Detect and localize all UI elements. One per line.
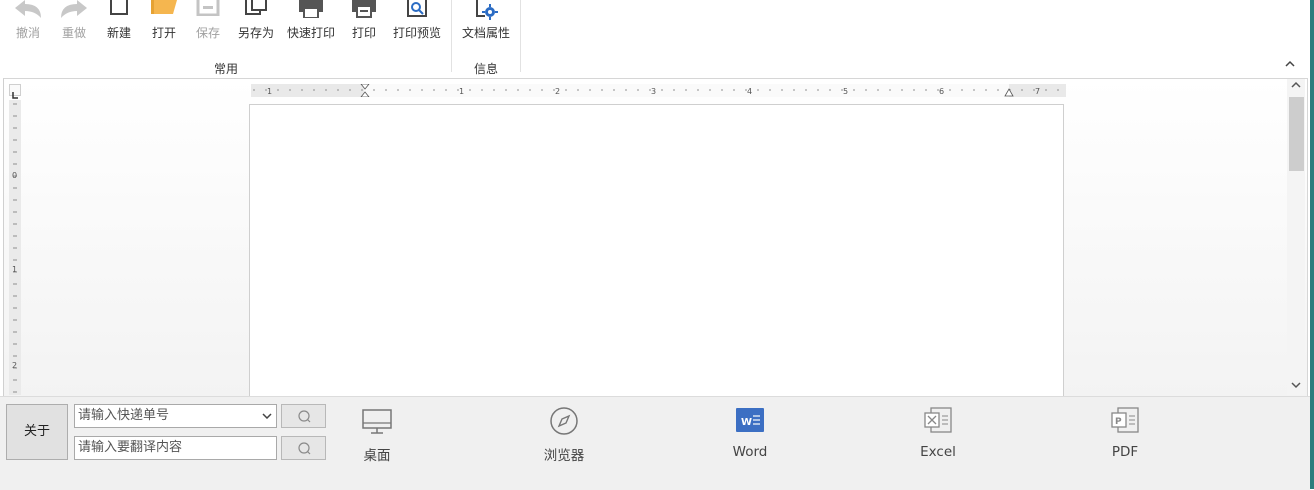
translate-input[interactable]: 请输入要翻译内容 [74,436,277,460]
undo-icon [15,0,41,18]
ruler-number: 6 [939,87,944,96]
express-search-button[interactable] [281,404,326,428]
app-label: PDF [1111,444,1139,460]
save-as-label: 另存为 [237,26,274,40]
ruler-number: 5 [843,87,848,96]
group-label-common: 常用 [214,62,239,76]
folder-icon [151,0,177,14]
tab-selector[interactable] [9,84,21,99]
translate-placeholder: 请输入要翻译内容 [78,440,183,455]
open-label: 打开 [151,26,176,40]
ruler-number: 4 [747,87,752,96]
compass-icon [550,407,578,435]
chevron-down-icon [262,413,272,419]
ruler-number: 1 [459,87,464,96]
tab-stop-icon [12,92,18,99]
ruler-number: 0 [12,171,17,180]
vertical-scrollbar[interactable] [1287,79,1305,395]
scroll-down-arrow-icon[interactable] [1287,379,1305,395]
document-page[interactable] [249,104,1064,396]
save-as-icon [245,0,267,15]
ruler-number: 1 [267,87,272,96]
save-label: 保存 [195,26,220,40]
window-border [1310,0,1314,489]
express-tracking-select[interactable]: 请输入快递单号 [74,404,277,428]
svg-text:P: P [1115,417,1122,427]
desktop-icon [362,409,392,434]
save-icon [196,0,220,16]
print-preview-icon [407,0,427,17]
print-preview-label: 打印预览 [392,26,441,40]
group-divider [520,0,521,72]
ribbon: 撤消 重做 新建 打开 保存 另存为 快速打印 打印 打印预览 文档属性 常用 … [0,0,1310,78]
search-icon [298,410,311,423]
ruler-number: 7 [1035,87,1040,96]
ruler-ticks: 1 1 2 3 4 5 6 7 [253,84,1059,97]
ruler-number: 2 [12,361,17,370]
pdf-icon: P [1111,407,1139,433]
right-indent-marker[interactable] [1004,88,1014,97]
about-button[interactable]: 关于 [6,404,68,460]
app-label: Excel [920,444,956,460]
scroll-thumb[interactable] [1289,97,1304,171]
excel-icon [924,407,952,433]
vertical-ruler[interactable]: 0 1 2 [9,100,21,395]
horizontal-ruler[interactable]: 1 1 2 3 4 5 6 7 [251,84,1066,97]
redo-label: 重做 [61,26,86,40]
group-label-info: 信息 [474,62,499,76]
express-placeholder: 请输入快递单号 [78,408,170,423]
translate-search-button[interactable] [281,436,326,460]
new-label: 新建 [106,26,131,40]
new-document-icon [110,0,128,15]
scroll-up-arrow-icon[interactable] [1287,79,1305,95]
app-label: Word [732,444,768,460]
printer-icon [352,0,376,18]
ruler-number: 3 [651,87,656,96]
undo-label: 撤消 [15,26,40,40]
settings-gear-icon [476,0,498,20]
collapse-ribbon-button[interactable] [1284,58,1298,72]
doc-properties-label: 文档属性 [461,26,510,40]
search-icon [298,442,311,455]
ruler-ticks: 0 1 2 [12,103,17,393]
word-icon: W [736,408,764,432]
quick-print-label: 快速打印 [286,26,335,40]
app-label: 浏览器 [543,448,585,464]
app-label: 桌面 [363,448,391,464]
svg-text:W: W [741,417,752,428]
print-label: 打印 [351,26,376,40]
printer-icon [299,0,323,18]
chevron-up-icon [1285,60,1295,67]
ruler-number: 2 [555,87,560,96]
group-divider [451,0,452,72]
redo-icon [61,0,87,18]
ruler-number: 1 [12,265,17,274]
